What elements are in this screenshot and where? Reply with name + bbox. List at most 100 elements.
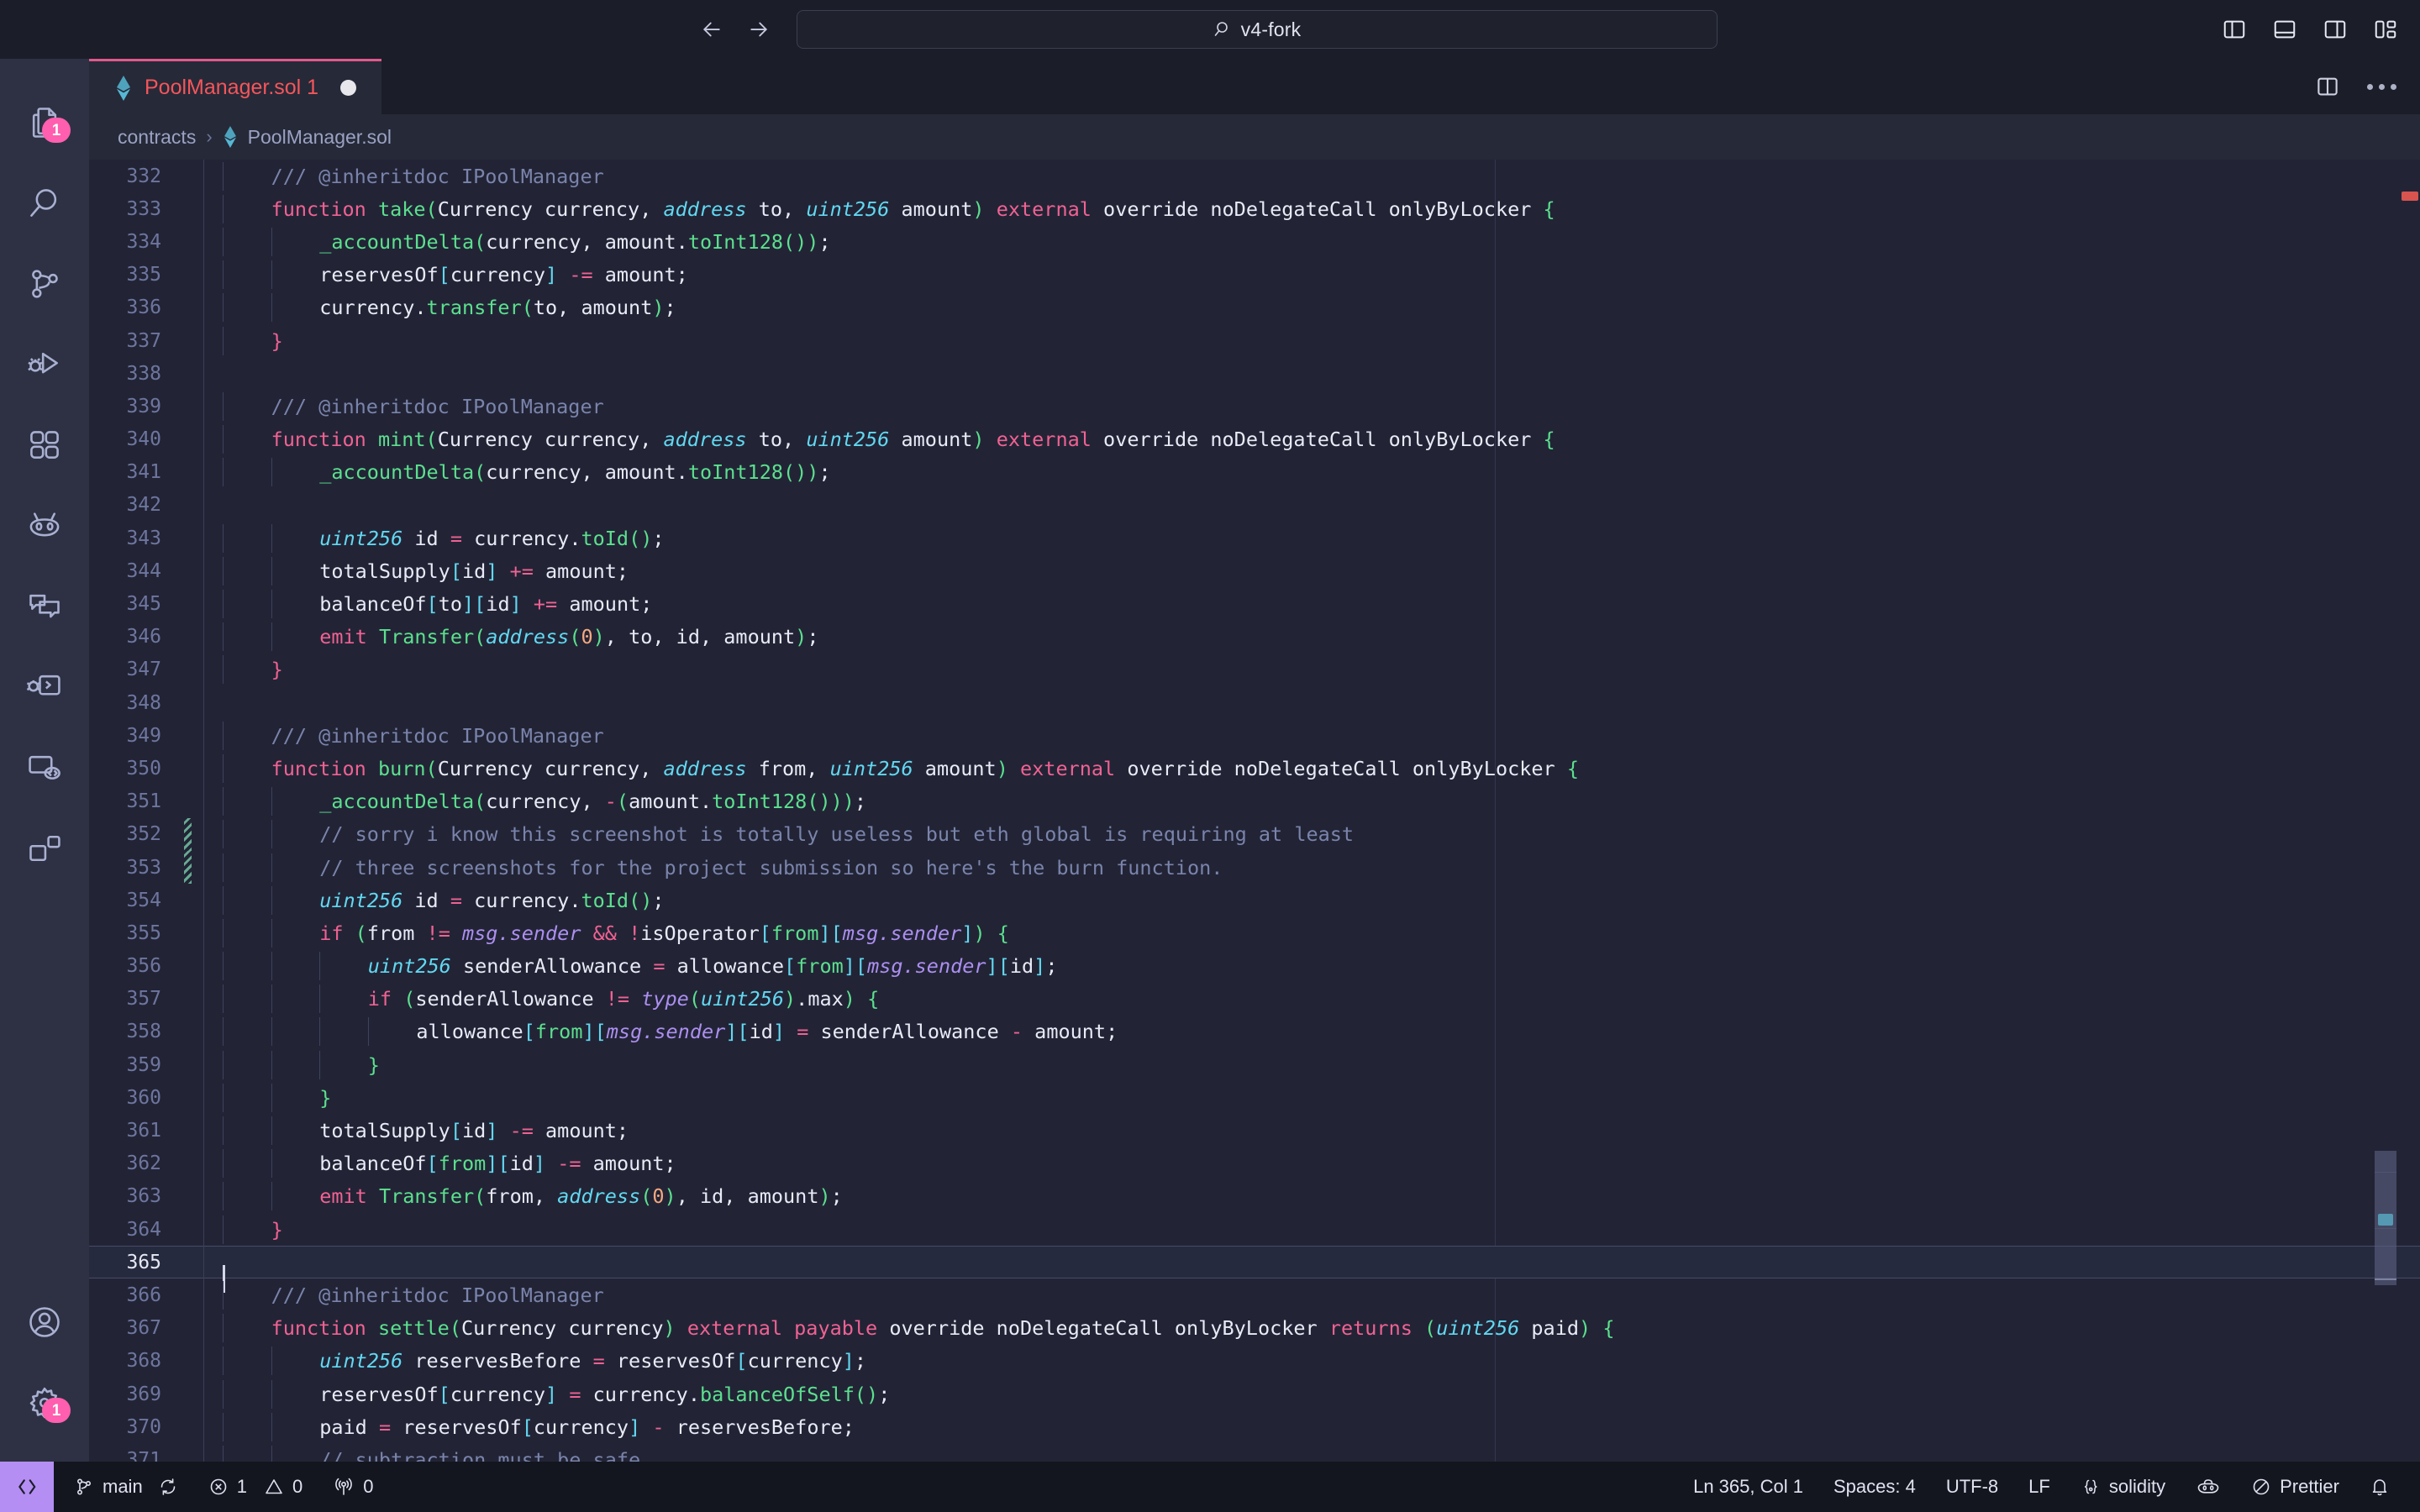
code-line[interactable]: 357 if (senderAllowance != type(uint256)… [89, 982, 2420, 1016]
code-line[interactable]: 338 [89, 357, 2420, 391]
command-center-search[interactable]: v4-fork [797, 10, 1718, 49]
layout-panel-bottom-icon[interactable] [2270, 15, 2299, 44]
formatter-name: Prettier [2280, 1476, 2339, 1497]
sidebar-item-search[interactable] [0, 163, 89, 244]
code-line[interactable]: 335 reservesOf[currency] -= amount; [89, 258, 2420, 291]
sidebar-item-source-control[interactable] [0, 244, 89, 324]
status-indentation[interactable]: Spaces: 4 [1818, 1462, 1931, 1512]
gutter-blank [182, 884, 192, 916]
code-line[interactable]: 363 emit Transfer(from, address(0), id, … [89, 1179, 2420, 1213]
code-line[interactable]: 368 uint256 reservesBefore = reservesOf[… [89, 1344, 2420, 1378]
arrow-right-icon[interactable] [744, 15, 773, 44]
code-line[interactable]: 340 function mint(Currency currency, add… [89, 423, 2420, 456]
sidebar-item-testing[interactable] [0, 808, 89, 889]
sidebar-item-comments[interactable] [0, 566, 89, 647]
remote-window-icon[interactable] [0, 1462, 54, 1512]
breadcrumb-file[interactable]: PoolManager.sol [248, 126, 392, 149]
code-line[interactable]: 337 } [89, 323, 2420, 358]
code-line[interactable]: 334 _accountDelta(currency, amount.toInt… [89, 225, 2420, 259]
robot-icon [26, 507, 63, 544]
sidebar-item-run-and-debug[interactable] [0, 324, 89, 405]
code-line-text: function take(Currency currency, address… [204, 194, 2420, 223]
status-notifications[interactable] [2354, 1462, 2405, 1512]
code-line-text: } [204, 1050, 2420, 1079]
gutter-blank [182, 225, 192, 258]
code-editor[interactable]: 332 /// @inheritdoc IPoolManager 333 func… [89, 160, 2420, 1462]
code-line[interactable]: 365 [89, 1246, 2420, 1293]
layout-sidebar-right-icon[interactable] [2321, 15, 2349, 44]
branch-name: main [103, 1476, 143, 1497]
code-line[interactable]: 361 totalSupply[id] -= amount; [89, 1114, 2420, 1147]
sidebar-item-extensions[interactable] [0, 405, 89, 486]
code-line[interactable]: 333 function take(Currency currency, add… [89, 192, 2420, 226]
code-line[interactable]: 346 emit Transfer(address(0), to, id, am… [89, 620, 2420, 654]
gutter-diff-added [184, 817, 192, 851]
code-line[interactable]: 342 [89, 488, 2420, 522]
more-actions-icon[interactable] [2367, 83, 2396, 90]
code-line-text: balanceOf[to][id] += amount; [204, 590, 2420, 619]
code-line[interactable]: 336 currency.transfer(to, amount); [89, 291, 2420, 324]
code-line[interactable]: 366 /// @inheritdoc IPoolManager [89, 1278, 2420, 1312]
sidebar-item-copilot[interactable] [0, 486, 89, 566]
code-line[interactable]: 343 uint256 id = currency.toId(); [89, 522, 2420, 555]
line-number: 358 [126, 1021, 161, 1043]
status-encoding[interactable]: UTF-8 [1931, 1462, 2013, 1512]
status-problems[interactable]: 1 0 [193, 1462, 318, 1512]
code-line-text: currency.transfer(to, amount); [204, 293, 2420, 323]
status-formatter[interactable]: Prettier [2236, 1462, 2354, 1512]
code-line[interactable]: 362 balanceOf[from][id] -= amount; [89, 1147, 2420, 1180]
code-line[interactable]: 355 if (from != msg.sender && !isOperato… [89, 916, 2420, 950]
code-line[interactable]: 367 function settle(Currency currency) e… [89, 1311, 2420, 1345]
split-editor-icon[interactable] [2315, 74, 2340, 99]
tab-poolmanager-sol[interactable]: PoolManager.sol 1 [89, 59, 382, 114]
layout-sidebar-left-icon[interactable] [2220, 15, 2249, 44]
code-line[interactable]: 347 } [89, 653, 2420, 686]
breadcrumb-folder[interactable]: contracts [118, 126, 196, 149]
code-line[interactable]: 341 _accountDelta(currency, amount.toInt… [89, 455, 2420, 489]
code-line[interactable]: 350 function burn(Currency currency, add… [89, 752, 2420, 785]
arrow-left-icon[interactable] [697, 15, 726, 44]
code-line[interactable]: 352 // sorry i know this screenshot is t… [89, 817, 2420, 851]
code-line[interactable]: 332 /// @inheritdoc IPoolManager [89, 160, 2420, 193]
code-line-text: // sorry i know this screenshot is total… [204, 820, 2420, 849]
code-line[interactable]: 370 paid = reservesOf[currency] - reserv… [89, 1410, 2420, 1444]
status-ports[interactable]: 0 [318, 1462, 388, 1512]
tab-dirty-indicator[interactable] [340, 80, 357, 96]
overview-error-marker[interactable] [2402, 192, 2418, 201]
code-line[interactable]: 371 // subtraction must be safe [89, 1443, 2420, 1462]
line-number: 345 [126, 593, 161, 616]
code-line[interactable]: 360 } [89, 1081, 2420, 1115]
status-eol[interactable]: LF [2013, 1462, 2065, 1512]
gutter-blank [182, 1048, 192, 1081]
code-line[interactable]: 344 totalSupply[id] += amount; [89, 554, 2420, 588]
layout-controls [2220, 15, 2400, 44]
sidebar-item-debug-console[interactable] [0, 647, 89, 727]
explorer-badge: 1 [42, 118, 71, 143]
code-line[interactable]: 351 _accountDelta(currency, -(amount.toI… [89, 785, 2420, 818]
code-line[interactable]: 354 uint256 id = currency.toId(); [89, 884, 2420, 917]
sidebar-item-manage-settings[interactable]: 1 [0, 1362, 89, 1443]
layout-customize-icon[interactable] [2371, 15, 2400, 44]
status-branch[interactable]: main [59, 1462, 193, 1512]
code-line[interactable]: 359 } [89, 1048, 2420, 1082]
status-copilot[interactable] [2181, 1462, 2236, 1512]
status-cursor-position[interactable]: Ln 365, Col 1 [1678, 1462, 1818, 1512]
code-line[interactable]: 364 } [89, 1213, 2420, 1247]
code-line[interactable]: 353 // three screenshots for the project… [89, 850, 2420, 885]
code-line[interactable]: 349 /// @inheritdoc IPoolManager [89, 719, 2420, 753]
sync-icon[interactable] [158, 1477, 178, 1497]
sidebar-item-remote-explorer[interactable] [0, 727, 89, 808]
sidebar-item-explorer[interactable]: 1 [0, 82, 89, 163]
status-language-mode[interactable]: solidity [2065, 1462, 2181, 1512]
code-line[interactable]: 345 balanceOf[to][id] += amount; [89, 587, 2420, 621]
code-lines-container[interactable]: 332 /// @inheritdoc IPoolManager 333 func… [89, 160, 2420, 1462]
code-line[interactable]: 369 reservesOf[currency] = currency.bala… [89, 1377, 2420, 1411]
code-line[interactable]: 356 uint256 senderAllowance = allowance[… [89, 949, 2420, 983]
code-line[interactable]: 348 [89, 686, 2420, 720]
code-line[interactable]: 358 allowance[from][msg.sender][id] = se… [89, 1015, 2420, 1049]
sidebar-item-accounts[interactable] [0, 1282, 89, 1362]
code-line[interactable]: 339 /// @inheritdoc IPoolManager [89, 390, 2420, 423]
code-line-text: reservesOf[currency] -= amount; [204, 260, 2420, 290]
overview-ruler[interactable] [2396, 160, 2420, 1462]
editor-scrollbar[interactable] [2375, 160, 2396, 1462]
